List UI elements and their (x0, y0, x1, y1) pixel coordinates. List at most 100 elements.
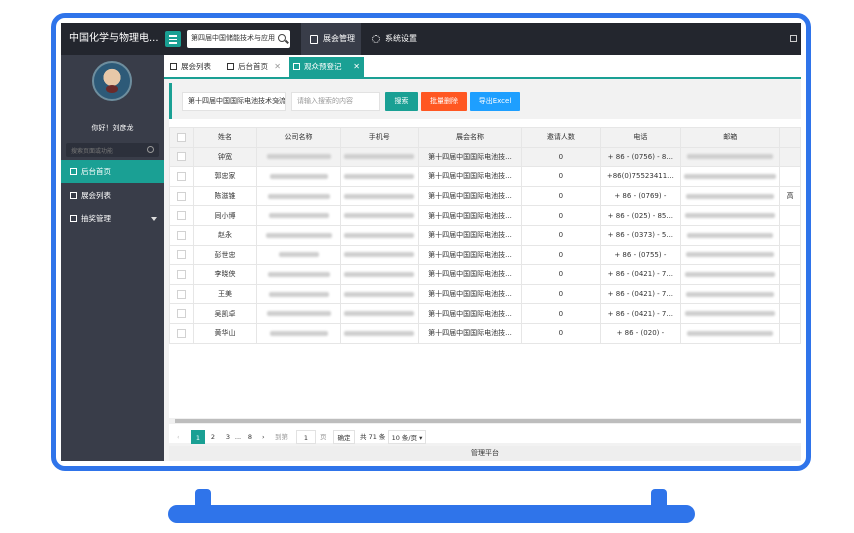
table-row[interactable]: 彭世忠 第十四届中国国际电池技... 0 + 86 - (0755) - (169, 244, 801, 266)
cell-phone: + 86 - (025) - 85... (599, 205, 682, 226)
close-icon[interactable]: ✕ (274, 57, 281, 77)
cell-name: 钟宽 (192, 146, 258, 168)
expo-select[interactable]: 第十四届中国国际电池技术交流会 (182, 92, 286, 111)
cell-email-redacted (680, 322, 781, 344)
search-icon[interactable] (147, 146, 154, 153)
table-row[interactable]: 郭忠家 第十四届中国国际电池技... 0 +86(0)75523411... (169, 166, 801, 187)
horizontal-scrollbar[interactable] (169, 418, 801, 424)
select-all-checkbox[interactable] (169, 127, 194, 148)
fullscreen-icon[interactable] (790, 35, 797, 42)
cell-name: 同小博 (192, 205, 258, 226)
cell-company-redacted (256, 146, 341, 168)
cell-name: 吴凯卓 (192, 303, 258, 324)
cell-name: 陈滋锥 (192, 185, 258, 207)
cell-invites: 0 (521, 224, 601, 246)
column-header[interactable]: 展会名称 (417, 127, 523, 148)
app-title: 中国化学与物理电... (69, 33, 159, 44)
top-menu-expo[interactable]: 展会管理 (301, 23, 361, 55)
page-button[interactable]: 2 (209, 430, 217, 444)
sidebar: 你好！刘彦龙 搜索页面或功能 后台首页 展会列表 抽奖管理 (61, 55, 164, 461)
search-icon[interactable] (278, 34, 286, 42)
column-header[interactable]: 公司名称 (256, 127, 341, 148)
eye-icon (293, 63, 300, 70)
row-checkbox[interactable] (169, 146, 194, 168)
pagination: ‹ 1 2 3 ... 8 › 到第 1 页 确定 共 71 条 10 条/页 … (169, 430, 801, 446)
sidebar-item-lottery[interactable]: 抽奖管理 (61, 207, 164, 230)
cell-phone: + 86 - (0769) - (599, 185, 682, 207)
column-header[interactable]: 邀请人数 (521, 127, 601, 148)
tab-home[interactable]: 后台首页 ✕ (223, 57, 285, 77)
page-button[interactable]: 3 (224, 430, 232, 444)
row-checkbox[interactable] (169, 303, 194, 324)
page-ellipsis: ... (234, 433, 242, 441)
avatar[interactable] (92, 61, 132, 101)
column-header[interactable]: 姓名 (192, 127, 258, 148)
top-menu-settings[interactable]: 系统设置 (363, 23, 425, 55)
cell-phone: + 86 - (0756) - 8... (599, 146, 682, 168)
cell-overflow (779, 166, 801, 187)
cell-phone: + 86 - (0421) - 7... (599, 264, 682, 285)
filter-bar: 第十四届中国国际电池技术交流会 请输入搜索的内容 搜索 批量删除 导出Excel (169, 83, 801, 119)
row-checkbox[interactable] (169, 264, 194, 285)
sidebar-item-home[interactable]: 后台首页 (61, 160, 164, 183)
scrollbar-thumb[interactable] (175, 419, 801, 423)
tab-visitor-registration[interactable]: 观众预登记 ✕ (289, 57, 364, 77)
chevron-down-icon (274, 100, 280, 104)
search-button[interactable]: 搜索 (385, 92, 418, 111)
row-checkbox[interactable] (169, 166, 194, 187)
cell-expo: 第十四届中国国际电池技... (417, 244, 523, 266)
table-row[interactable]: 李晓侠 第十四届中国国际电池技... 0 + 86 - (0421) - 7... (169, 264, 801, 285)
tab-label: 后台首页 (238, 62, 268, 71)
table-row[interactable]: 钟宽 第十四届中国国际电池技... 0 + 86 - (0756) - 8... (169, 146, 801, 168)
cell-name: 赵永 (192, 224, 258, 246)
cell-mobile-redacted (339, 244, 419, 266)
cell-overflow: 高 (779, 185, 801, 207)
cell-name: 彭世忠 (192, 244, 258, 266)
next-page-button[interactable]: › (262, 430, 265, 444)
cell-phone: + 86 - (0755) - (599, 244, 682, 266)
confirm-button[interactable]: 确定 (333, 430, 355, 444)
page-button[interactable]: 8 (246, 430, 254, 444)
row-checkbox[interactable] (169, 244, 194, 266)
column-header[interactable]: 电话 (599, 127, 682, 148)
cell-company-redacted (256, 264, 341, 285)
table-row[interactable]: 吴凯卓 第十四届中国国际电池技... 0 + 86 - (0421) - 7... (169, 303, 801, 324)
prev-page-button[interactable]: ‹ (177, 430, 180, 444)
table-row[interactable]: 王美 第十四届中国国际电池技... 0 + 86 - (0421) - 7... (169, 283, 801, 305)
keyword-input[interactable]: 请输入搜索的内容 (291, 92, 380, 111)
top-bar: 中国化学与物理电... 第四届中国储能技术与应用展览会 展会管理 系统设置 (61, 23, 801, 55)
cell-name: 黄华山 (192, 322, 258, 344)
batch-delete-button[interactable]: 批量删除 (421, 92, 467, 111)
column-header[interactable]: 邮箱 (680, 127, 781, 148)
row-checkbox[interactable] (169, 185, 194, 207)
table-row[interactable]: 同小博 第十四届中国国际电池技... 0 + 86 - (025) - 85... (169, 205, 801, 226)
sidebar-search-input[interactable]: 搜索页面或功能 (66, 143, 159, 157)
row-checkbox[interactable] (169, 205, 194, 226)
total-count: 共 71 条 (360, 433, 386, 441)
sidebar-item-expo-list[interactable]: 展会列表 (61, 184, 164, 207)
expo-search-input[interactable]: 第四届中国储能技术与应用展览会 (187, 30, 290, 48)
per-page-select[interactable]: 10 条/页 ▾ (388, 430, 426, 444)
column-header[interactable]: 手机号 (339, 127, 419, 148)
table-row[interactable]: 黄华山 第十四届中国国际电池技... 0 + 86 - (020) - (169, 322, 801, 344)
page-button[interactable]: 1 (191, 430, 205, 444)
export-excel-button[interactable]: 导出Excel (470, 92, 520, 111)
tab-expo-list[interactable]: 展会列表 (166, 57, 220, 77)
top-menu-label: 系统设置 (385, 34, 417, 43)
cell-email-redacted (680, 244, 781, 266)
row-checkbox[interactable] (169, 322, 194, 344)
row-checkbox[interactable] (169, 224, 194, 246)
cell-company-redacted (256, 166, 341, 187)
cell-mobile-redacted (339, 264, 419, 285)
cell-overflow (779, 244, 801, 266)
menu-toggle-button[interactable] (165, 31, 181, 47)
goto-page-input[interactable]: 1 (296, 430, 316, 444)
home-icon (170, 63, 177, 70)
cell-phone: + 86 - (020) - (599, 322, 682, 344)
close-icon[interactable]: ✕ (353, 57, 360, 77)
page-unit-label: 页 (320, 433, 327, 441)
table-row[interactable]: 陈滋锥 第十四届中国国际电池技... 0 + 86 - (0769) - 高 (169, 185, 801, 207)
tab-label: 展会列表 (181, 62, 211, 71)
table-row[interactable]: 赵永 第十四届中国国际电池技... 0 + 86 - (0373) - 5... (169, 224, 801, 246)
row-checkbox[interactable] (169, 283, 194, 305)
